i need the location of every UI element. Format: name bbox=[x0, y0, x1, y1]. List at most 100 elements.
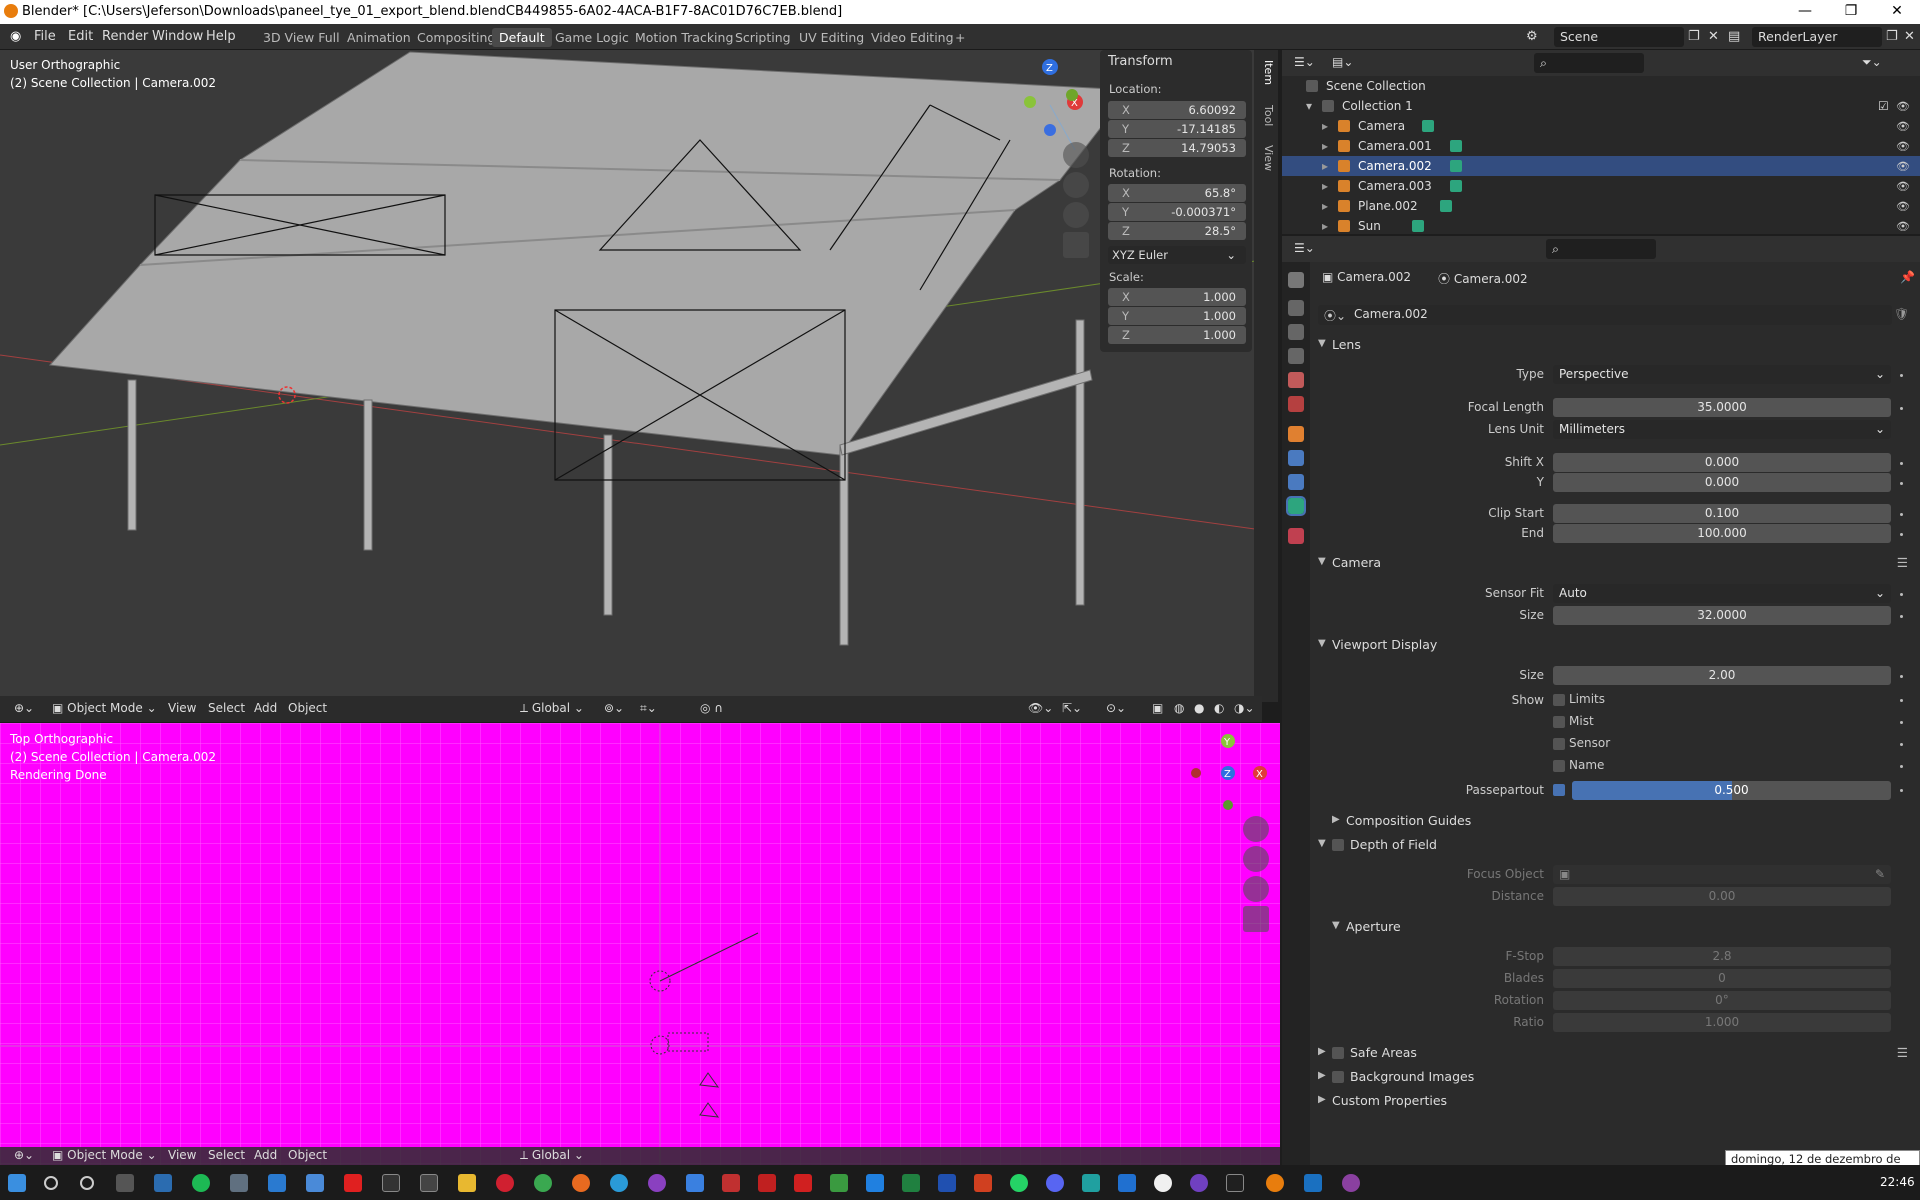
youtube-icon[interactable] bbox=[344, 1174, 362, 1192]
display-mode-icon[interactable]: ▤⌄ bbox=[1332, 55, 1353, 69]
sensor-size-field[interactable]: 32.0000 bbox=[1553, 606, 1891, 625]
view-layer-field[interactable]: RenderLayer bbox=[1752, 27, 1882, 47]
shift-y-field[interactable]: 0.000 bbox=[1553, 473, 1891, 492]
grid-toggle-icon[interactable] bbox=[1063, 232, 1089, 258]
viewport-display-section-header[interactable]: ▼ Viewport Display bbox=[1312, 634, 1912, 656]
menu-select[interactable]: Select bbox=[208, 1148, 245, 1162]
composition-guides-section-header[interactable]: ▶ Composition Guides bbox=[1326, 810, 1920, 832]
word-icon[interactable] bbox=[938, 1174, 956, 1192]
maximize-button[interactable]: ❐ bbox=[1828, 0, 1874, 24]
eye-icon[interactable]: 👁 bbox=[1896, 100, 1910, 113]
tab-3d-view-full[interactable]: 3D View Full bbox=[256, 28, 347, 47]
eye-icon[interactable]: 👁 bbox=[1896, 180, 1910, 193]
fake-user-icon[interactable]: 🛡 bbox=[1894, 307, 1909, 321]
eye-icon[interactable]: 👁 bbox=[1896, 160, 1910, 173]
depth-of-field-section-header[interactable]: ▼ Depth of Field bbox=[1312, 834, 1912, 856]
world-tab-icon[interactable] bbox=[1288, 396, 1304, 412]
sensor-checkbox[interactable] bbox=[1553, 738, 1565, 750]
menu-object[interactable]: Object bbox=[288, 1148, 327, 1162]
object-tab-icon[interactable] bbox=[1288, 426, 1304, 442]
outliner-item[interactable]: ▸ Plane.002 👁 bbox=[1282, 196, 1920, 216]
visibility-icon[interactable]: 👁⌄ bbox=[1028, 701, 1053, 715]
display-size-field[interactable]: 2.00 bbox=[1553, 666, 1891, 685]
physics-tab-icon[interactable] bbox=[1288, 450, 1304, 466]
delete-view-layer-icon[interactable]: ✕ bbox=[1904, 29, 1915, 44]
tab-video-editing[interactable]: Video Editing bbox=[864, 28, 961, 47]
mode-dropdown[interactable]: ▣ Object Mode ⌄ bbox=[52, 701, 157, 715]
lens-section-header[interactable]: ▼ Lens bbox=[1312, 334, 1912, 356]
edge-icon[interactable] bbox=[610, 1174, 628, 1192]
app-icon[interactable] bbox=[1226, 1174, 1244, 1192]
custom-properties-section-header[interactable]: ▶ Custom Properties bbox=[1312, 1090, 1912, 1112]
outliner-search-input[interactable]: ⌕ bbox=[1534, 53, 1644, 73]
viewport-3d-top[interactable]: Z X User Orthographic (2) Scene Collecti… bbox=[0, 50, 1262, 702]
menu-object[interactable]: Object bbox=[288, 701, 327, 715]
rotation-x-field[interactable]: X 65.8° bbox=[1108, 184, 1246, 202]
menu-edit[interactable]: Edit bbox=[68, 29, 93, 44]
app-icon[interactable] bbox=[830, 1174, 848, 1192]
focus-object-field[interactable]: ▣ ✎ bbox=[1553, 865, 1891, 884]
pdf-icon[interactable] bbox=[758, 1174, 776, 1192]
app-icon[interactable] bbox=[1154, 1174, 1172, 1192]
pin-icon[interactable]: 📌 bbox=[1900, 270, 1915, 284]
menu-help[interactable]: Help bbox=[206, 29, 236, 44]
overlay-toggle-icon[interactable]: ⊙⌄ bbox=[1106, 701, 1126, 715]
acrobat-icon[interactable] bbox=[794, 1174, 812, 1192]
app-icon[interactable] bbox=[306, 1174, 324, 1192]
opera-icon[interactable] bbox=[496, 1174, 514, 1192]
outliner-collection-1[interactable]: ▾ Collection 1 ☑ 👁 bbox=[1282, 96, 1920, 116]
app-icon[interactable] bbox=[1304, 1174, 1322, 1192]
pivot-icon[interactable]: ⊚⌄ bbox=[604, 701, 624, 715]
scale-z-field[interactable]: Z 1.000 bbox=[1108, 326, 1246, 344]
scale-x-field[interactable]: X 1.000 bbox=[1108, 288, 1246, 306]
tab-default[interactable]: Default bbox=[492, 28, 552, 47]
spotify-icon[interactable] bbox=[192, 1174, 210, 1192]
shift-x-field[interactable]: 0.000 bbox=[1553, 453, 1891, 472]
lens-type-dropdown[interactable]: Perspective ⌄ bbox=[1553, 365, 1891, 384]
editor-type-icon[interactable]: ⊕⌄ bbox=[14, 1148, 34, 1162]
outliner-item[interactable]: ▸ Sun 👁 bbox=[1282, 216, 1920, 234]
menu-select[interactable]: Select bbox=[208, 701, 245, 715]
tab-view[interactable]: View bbox=[1257, 145, 1275, 171]
camera-view-icon[interactable] bbox=[1243, 876, 1269, 902]
outliner-item[interactable]: ▸ Camera 👁 bbox=[1282, 116, 1920, 136]
menu-view[interactable]: View bbox=[168, 1148, 196, 1162]
close-button[interactable]: ✕ bbox=[1874, 0, 1920, 24]
clip-start-field[interactable]: 0.100 bbox=[1553, 504, 1891, 523]
excel-icon[interactable] bbox=[902, 1174, 920, 1192]
datablock-selector[interactable]: ⦿⌄ Camera.002 bbox=[1318, 305, 1892, 325]
focal-length-field[interactable]: 35.0000 bbox=[1553, 398, 1891, 417]
blades-field[interactable]: 0 bbox=[1553, 969, 1891, 988]
chrome-icon[interactable] bbox=[534, 1174, 552, 1192]
xray-icon[interactable]: ▣ bbox=[1152, 701, 1163, 715]
rotation-mode-dropdown[interactable]: XYZ Euler ⌄ bbox=[1108, 246, 1246, 264]
eye-icon[interactable]: 👁 bbox=[1896, 200, 1910, 213]
vscode-icon[interactable] bbox=[1118, 1174, 1136, 1192]
menu-view[interactable]: View bbox=[168, 701, 196, 715]
tool-tab-icon[interactable] bbox=[1288, 272, 1304, 288]
camera-view-icon[interactable] bbox=[1063, 202, 1089, 228]
location-z-field[interactable]: Z 14.79053 bbox=[1108, 139, 1246, 157]
tab-compositing[interactable]: Compositing bbox=[410, 28, 502, 47]
discord-icon[interactable] bbox=[1046, 1174, 1064, 1192]
app-icon[interactable] bbox=[1342, 1174, 1360, 1192]
mist-checkbox[interactable] bbox=[1553, 716, 1565, 728]
whatsapp-icon[interactable] bbox=[1010, 1174, 1028, 1192]
clip-end-field[interactable]: 100.000 bbox=[1553, 524, 1891, 543]
aperture-rotation-field[interactable]: 0° bbox=[1553, 991, 1891, 1010]
zoom-icon[interactable] bbox=[1243, 816, 1269, 842]
scene-field[interactable]: Scene bbox=[1554, 27, 1684, 47]
texture-tab-icon[interactable] bbox=[1288, 528, 1304, 544]
rotation-z-field[interactable]: Z 28.5° bbox=[1108, 222, 1246, 240]
tab-animation[interactable]: Animation bbox=[340, 28, 418, 47]
eye-icon[interactable]: 👁 bbox=[1896, 120, 1910, 133]
blender-menu-icon[interactable]: ◉ bbox=[10, 29, 21, 44]
autodesk-icon[interactable] bbox=[866, 1174, 884, 1192]
menu-render[interactable]: Render bbox=[102, 29, 148, 44]
passepartout-checkbox[interactable] bbox=[1553, 784, 1565, 796]
grid-toggle-icon[interactable] bbox=[1243, 906, 1269, 932]
orientation-dropdown[interactable]: ⟂ Global ⌄ bbox=[520, 701, 584, 716]
menu-file[interactable]: File bbox=[34, 29, 56, 44]
outliner-item-selected[interactable]: ▸ Camera.002 👁 bbox=[1282, 156, 1920, 176]
blender-taskbar-icon[interactable] bbox=[1266, 1174, 1284, 1192]
